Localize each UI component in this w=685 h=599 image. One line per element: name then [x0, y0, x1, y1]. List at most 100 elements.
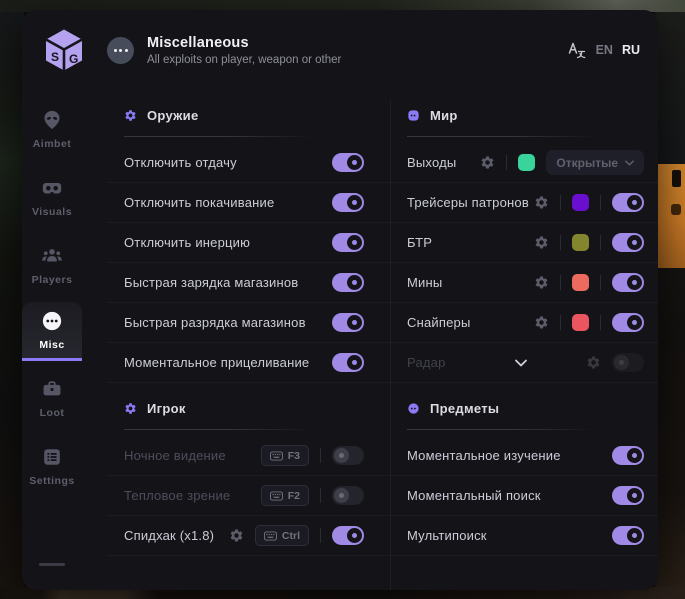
- toggle-switch[interactable]: [612, 233, 644, 252]
- gear-icon[interactable]: [480, 155, 495, 170]
- sidebar-item-visuals[interactable]: Visuals: [22, 166, 82, 228]
- setting-row: Тепловое зрениеF2: [108, 476, 390, 516]
- control-separator: [320, 528, 321, 543]
- toggle-knob: [347, 315, 362, 330]
- setting-row: Моментальный поиск: [391, 476, 658, 516]
- alien-icon: [41, 109, 63, 131]
- sidebar-item-label: Visuals: [32, 206, 72, 218]
- setting-label: Отключить отдачу: [124, 155, 237, 170]
- setting-label: Радар: [407, 355, 446, 370]
- toggle-switch[interactable]: [332, 273, 364, 292]
- gear-icon[interactable]: [229, 528, 244, 543]
- section-title: Игрок: [147, 401, 186, 416]
- toggle-knob: [627, 315, 642, 330]
- setting-label: Мины: [407, 275, 442, 290]
- sidebar-item-players[interactable]: Players: [22, 234, 82, 296]
- setting-row: Радар: [391, 343, 658, 383]
- section-header: Предметы: [391, 399, 658, 417]
- setting-row: Спидхак (x1.8)Ctrl: [108, 516, 390, 556]
- sidebar-item-loot[interactable]: Loot: [22, 367, 82, 429]
- list-icon: [41, 446, 63, 468]
- dropdown-value: Открытые: [556, 156, 618, 170]
- page-subtitle: All exploits on player, weapon or other: [147, 54, 341, 66]
- sidebar-item-label: Settings: [29, 475, 74, 487]
- color-swatch[interactable]: [572, 194, 589, 211]
- control-separator: [320, 488, 321, 503]
- dropdown-select[interactable]: Открытые: [546, 150, 644, 175]
- control-separator: [560, 275, 561, 290]
- chevron-down-icon: [625, 160, 634, 166]
- keybind-label: Ctrl: [282, 530, 300, 542]
- world-icon: [407, 109, 420, 122]
- toggle-switch[interactable]: [612, 446, 644, 465]
- setting-row: Отключить инерцию: [108, 223, 390, 263]
- toggle-knob: [334, 488, 349, 503]
- setting-label: Моментальное прицеливание: [124, 355, 309, 370]
- vr-goggles-icon: [41, 177, 63, 199]
- lang-option-en[interactable]: EN: [596, 43, 613, 57]
- toggle-knob: [627, 528, 642, 543]
- control-separator: [600, 275, 601, 290]
- toggle-switch[interactable]: [612, 273, 644, 292]
- toggle-switch[interactable]: [612, 353, 644, 372]
- control-separator: [320, 448, 321, 463]
- gear-icon[interactable]: [534, 235, 549, 250]
- setting-row: Моментальное прицеливание: [108, 343, 390, 383]
- gear-icon: [124, 109, 137, 122]
- toggle-switch[interactable]: [332, 313, 364, 332]
- items-icon: [407, 402, 420, 415]
- briefcase-icon: [41, 378, 63, 400]
- control-separator: [600, 195, 601, 210]
- gear-icon[interactable]: [534, 275, 549, 290]
- toggle-switch[interactable]: [332, 446, 364, 465]
- setting-label: Моментальный поиск: [407, 488, 541, 503]
- toggle-switch[interactable]: [612, 486, 644, 505]
- toggle-switch[interactable]: [332, 233, 364, 252]
- keybind-badge[interactable]: F3: [261, 445, 309, 466]
- sidebar-item-settings[interactable]: Settings: [22, 435, 82, 497]
- keybind-label: F2: [288, 490, 300, 502]
- gear-icon[interactable]: [534, 195, 549, 210]
- ellipsis-circle-icon: [107, 37, 134, 64]
- sidebar-item-misc[interactable]: Misc: [22, 302, 82, 361]
- toggle-switch[interactable]: [612, 193, 644, 212]
- control-separator: [560, 235, 561, 250]
- color-swatch[interactable]: [518, 154, 535, 171]
- section-title: Мир: [430, 108, 458, 123]
- toggle-switch[interactable]: [332, 153, 364, 172]
- keybind-badge[interactable]: Ctrl: [255, 525, 309, 546]
- setting-label: Мультипоиск: [407, 528, 487, 543]
- sidebar-item-aimbet[interactable]: Aimbet: [22, 98, 82, 160]
- page-title: Miscellaneous: [147, 35, 341, 51]
- setting-label: Ночное видение: [124, 448, 226, 463]
- color-swatch[interactable]: [572, 234, 589, 251]
- players-icon: [41, 245, 63, 267]
- setting-label: Трейсеры патронов: [407, 195, 529, 210]
- keyboard-icon: [264, 531, 277, 541]
- toggle-knob: [347, 528, 362, 543]
- gear-icon[interactable]: [586, 355, 601, 370]
- toggle-switch[interactable]: [612, 313, 644, 332]
- toggle-switch[interactable]: [332, 193, 364, 212]
- content-area: ОружиеОтключить отдачуОтключить покачива…: [108, 90, 658, 590]
- language-switcher: EN RU: [567, 40, 640, 60]
- control-separator: [600, 235, 601, 250]
- keybind-badge[interactable]: F2: [261, 485, 309, 506]
- toggle-switch[interactable]: [332, 526, 364, 545]
- toggle-switch[interactable]: [612, 526, 644, 545]
- toggle-switch[interactable]: [332, 353, 364, 372]
- setting-label: Отключить инерцию: [124, 235, 250, 250]
- sidebar: Aimbet Visuals Players Misc Loot Settings: [22, 90, 108, 590]
- background-billboard: [656, 164, 685, 268]
- toggle-knob: [627, 195, 642, 210]
- lang-option-ru[interactable]: RU: [622, 43, 640, 57]
- keybind-label: F3: [288, 450, 300, 462]
- toggle-switch[interactable]: [332, 486, 364, 505]
- expand-chevron-icon[interactable]: [513, 355, 529, 371]
- gear-icon[interactable]: [534, 315, 549, 330]
- section-header: Мир: [391, 106, 658, 124]
- background-right-strip: [655, 0, 685, 599]
- color-swatch[interactable]: [572, 274, 589, 291]
- setting-label: Выходы: [407, 155, 456, 170]
- color-swatch[interactable]: [572, 314, 589, 331]
